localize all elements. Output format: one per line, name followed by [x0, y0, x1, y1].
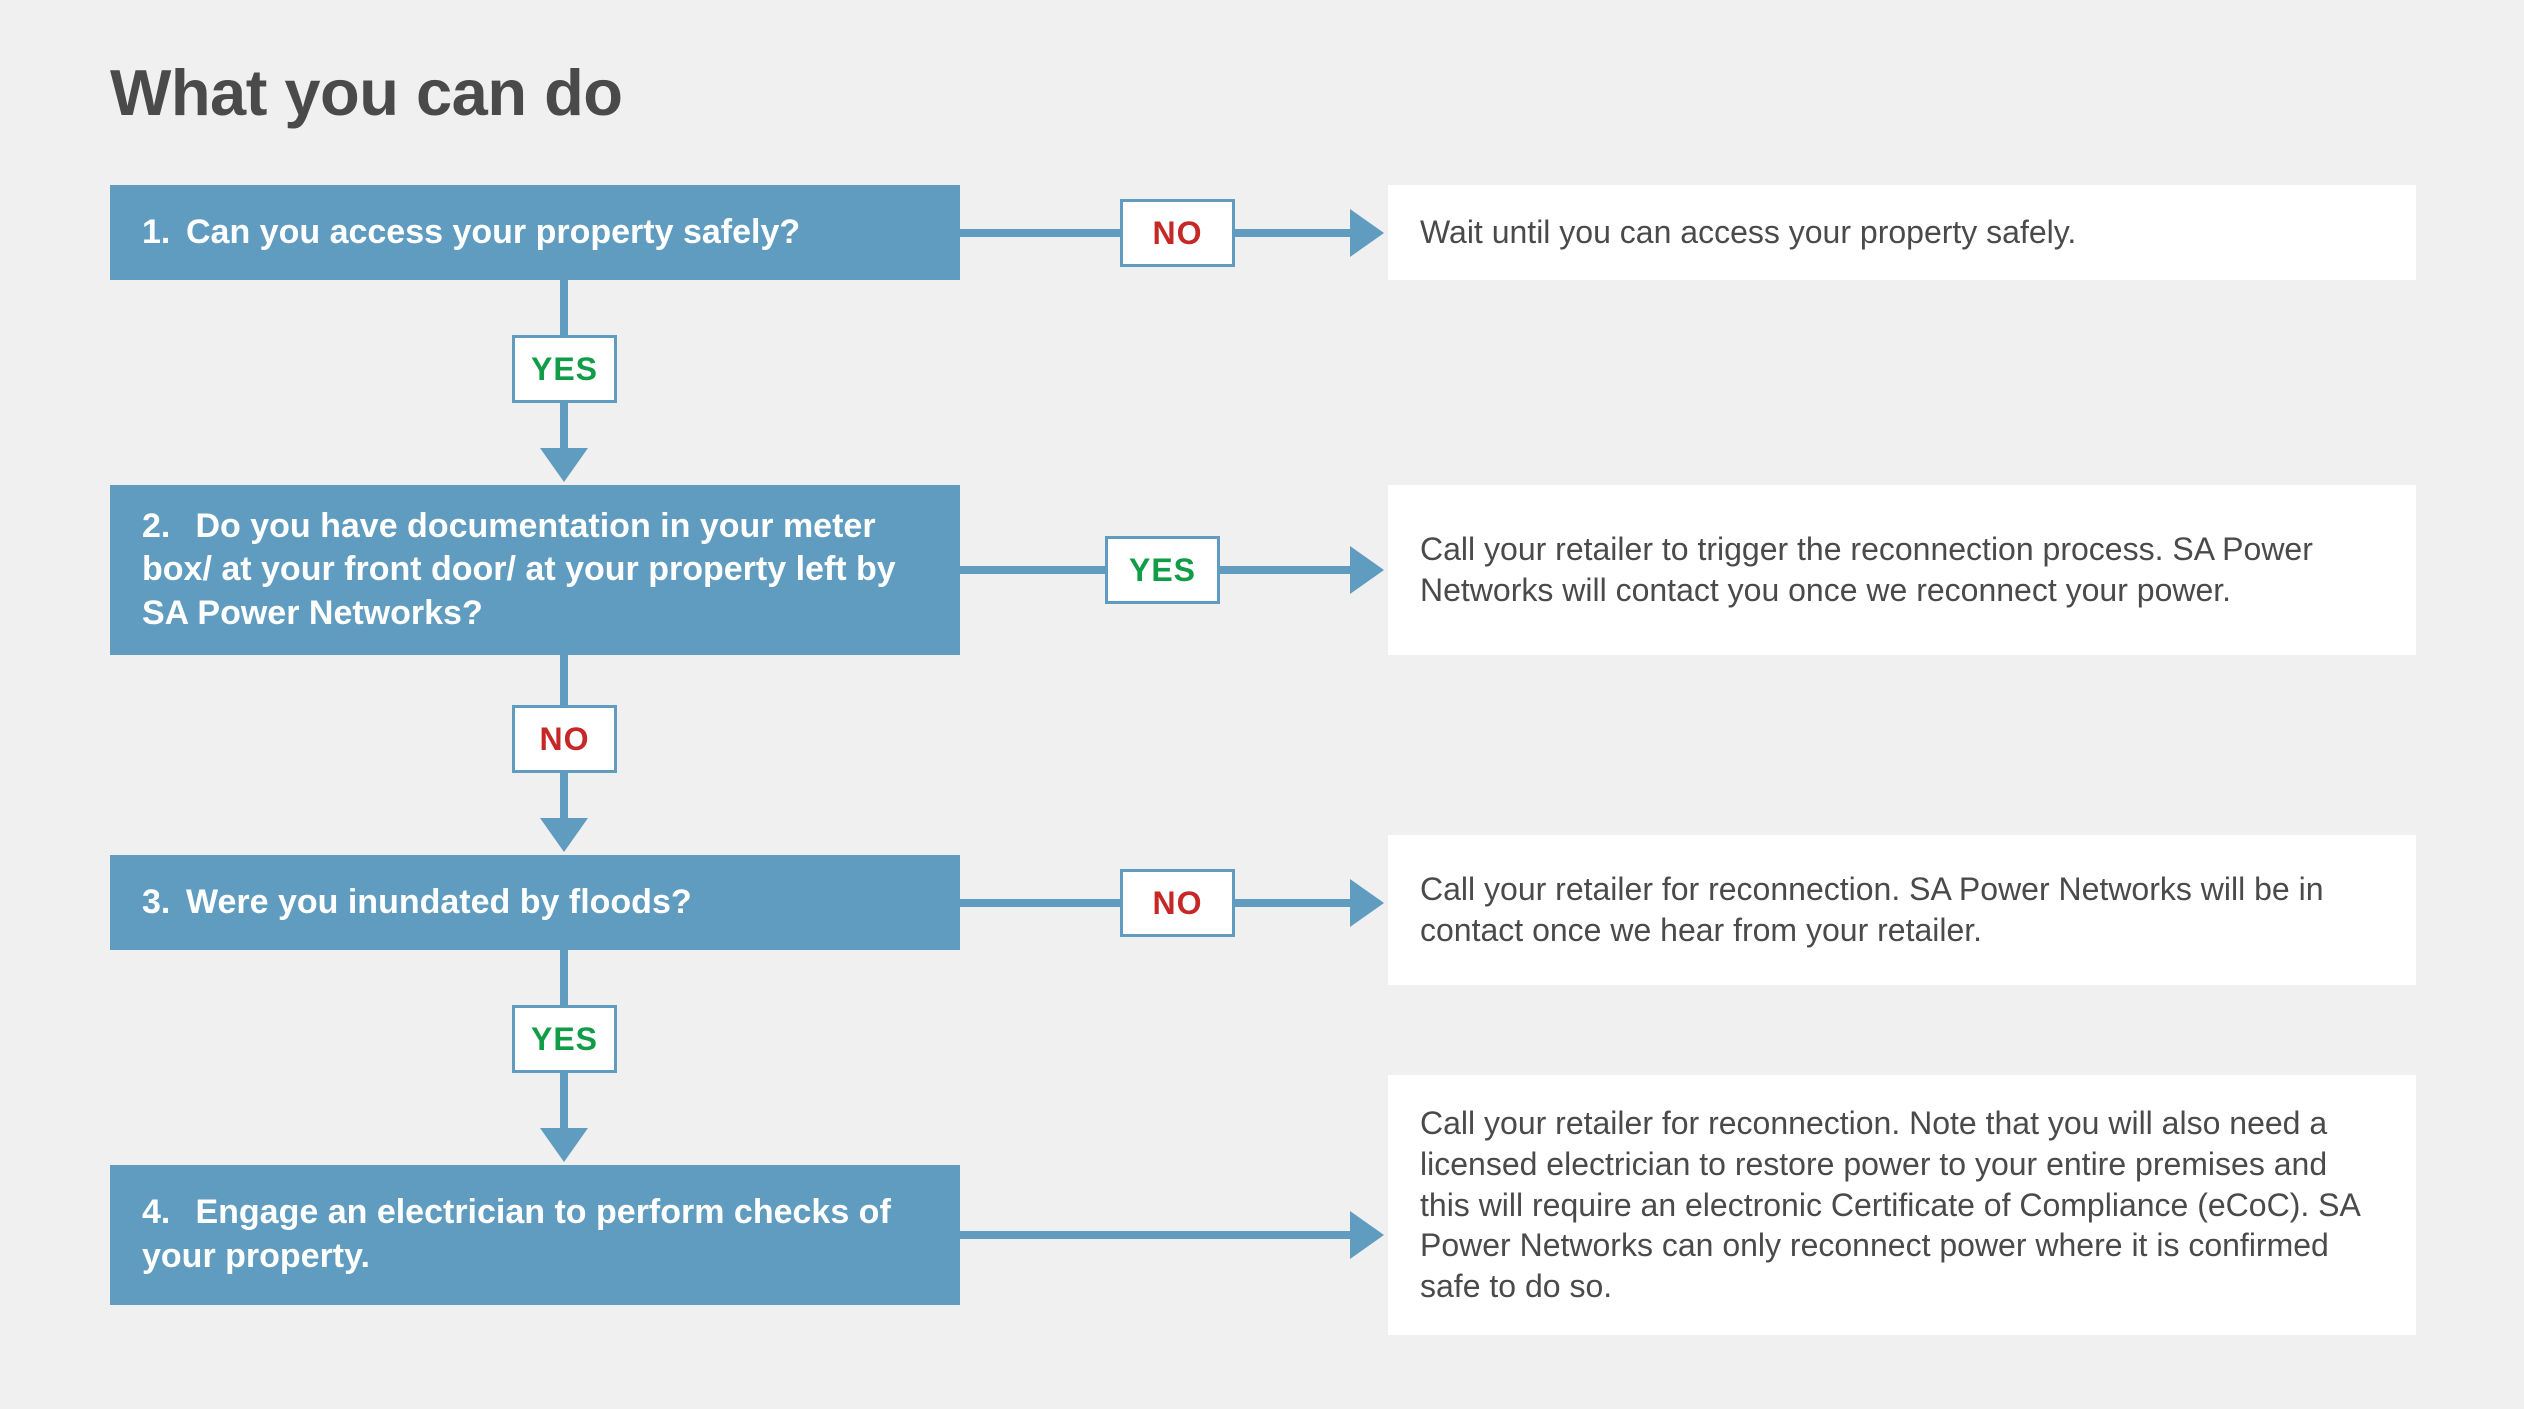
arrow-right-icon — [1350, 546, 1384, 594]
decision-q3-no: NO — [1120, 869, 1235, 937]
decision-q1-no: NO — [1120, 199, 1235, 267]
question-3-number: 3. — [142, 881, 180, 925]
question-2: 2. Do you have documentation in your met… — [110, 485, 960, 655]
connector-line — [560, 655, 568, 708]
page-title: What you can do — [110, 55, 623, 130]
connector-line — [560, 1073, 568, 1131]
connector-line — [960, 1231, 1356, 1239]
arrow-down-icon — [540, 1128, 588, 1162]
connector-line — [960, 229, 1120, 237]
action-4-number: 4. — [142, 1191, 180, 1235]
connector-line — [560, 950, 568, 1008]
arrow-right-icon — [1350, 1211, 1384, 1259]
question-2-number: 2. — [142, 505, 180, 549]
decision-q2-no: NO — [512, 705, 617, 773]
question-1-number: 1. — [142, 211, 180, 255]
connector-line — [960, 566, 1105, 574]
question-1: 1. Can you access your property safely? — [110, 185, 960, 280]
outcome-4: Call your retailer for reconnection. Not… — [1388, 1075, 2416, 1335]
question-1-text: Can you access your property safely? — [186, 211, 800, 255]
decision-q3-yes: YES — [512, 1005, 617, 1073]
arrow-down-icon — [540, 818, 588, 852]
question-3-text: Were you inundated by floods? — [186, 881, 692, 925]
decision-q2-yes: YES — [1105, 536, 1220, 604]
action-4-text: Engage an electrician to perform checks … — [142, 1193, 891, 1275]
flowchart: What you can do 1. Can you access your p… — [0, 0, 2524, 1409]
connector-line — [560, 773, 568, 821]
connector-line — [1220, 566, 1353, 574]
outcome-3: Call your retailer for reconnection. SA … — [1388, 835, 2416, 985]
connector-line — [560, 403, 568, 451]
outcome-1: Wait until you can access your property … — [1388, 185, 2416, 280]
connector-line — [960, 899, 1120, 907]
arrow-right-icon — [1350, 209, 1384, 257]
connector-line — [560, 280, 568, 338]
action-4: 4. Engage an electrician to perform chec… — [110, 1165, 960, 1305]
connector-line — [1235, 899, 1353, 907]
outcome-2: Call your retailer to trigger the reconn… — [1388, 485, 2416, 655]
arrow-right-icon — [1350, 879, 1384, 927]
connector-line — [1235, 229, 1353, 237]
question-2-text: Do you have documentation in your meter … — [142, 507, 896, 632]
question-3: 3. Were you inundated by floods? — [110, 855, 960, 950]
arrow-down-icon — [540, 448, 588, 482]
decision-q1-yes: YES — [512, 335, 617, 403]
